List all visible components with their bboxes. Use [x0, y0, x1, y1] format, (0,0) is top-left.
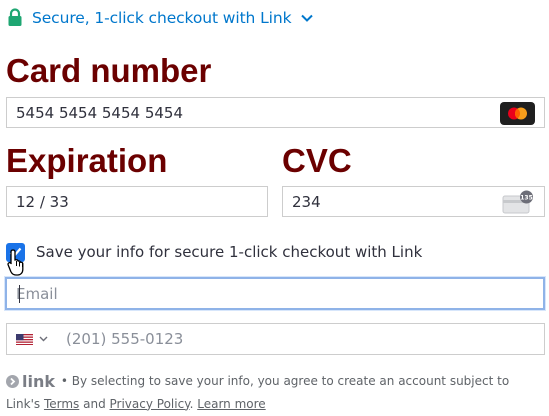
link-logo-icon: [6, 375, 19, 388]
cvc-label: CVC: [282, 142, 352, 179]
chevron-down-icon: [301, 14, 314, 22]
phone-field[interactable]: [6, 323, 545, 355]
expiration-label: Expiration: [6, 142, 168, 179]
link-logo: link: [6, 371, 55, 393]
learn-more-link[interactable]: Learn more: [197, 397, 265, 411]
expiration-value: 12 / 33: [16, 192, 69, 211]
cvc-card-icon: 135: [502, 190, 533, 214]
cvc-field[interactable]: 234 135: [282, 186, 545, 217]
expiration-field[interactable]: 12 / 33: [6, 186, 268, 217]
email-input[interactable]: [16, 284, 543, 303]
card-number-field[interactable]: 5454 5454 5454 5454: [6, 97, 545, 128]
cvc-badge-text: 135: [520, 194, 533, 201]
phone-input[interactable]: [66, 330, 366, 348]
card-number-value: 5454 5454 5454 5454: [16, 103, 183, 122]
mastercard-icon: [500, 102, 535, 125]
link-checkout-toggle[interactable]: Secure, 1-click checkout with Link: [7, 7, 314, 29]
email-field-wrapper[interactable]: [5, 277, 545, 310]
footer-and: and: [79, 396, 110, 411]
save-info-row[interactable]: Save your info for secure 1-click checko…: [6, 240, 422, 264]
link-checkout-text: Secure, 1-click checkout with Link: [32, 9, 292, 27]
country-code-select[interactable]: [7, 324, 59, 354]
text-caret: [19, 285, 20, 303]
link-logo-text: link: [22, 371, 55, 391]
chevron-down-icon: [39, 336, 48, 342]
hand-cursor-icon: [7, 249, 24, 276]
us-flag-icon: [16, 333, 33, 345]
terms-link[interactable]: Terms: [44, 397, 79, 411]
lock-icon: [8, 8, 22, 26]
link-terms-footer: link • By selecting to save your info, y…: [6, 370, 546, 415]
privacy-policy-link[interactable]: Privacy Policy: [110, 397, 190, 411]
save-info-label: Save your info for secure 1-click checko…: [36, 243, 423, 261]
card-number-label: Card number: [6, 52, 212, 89]
